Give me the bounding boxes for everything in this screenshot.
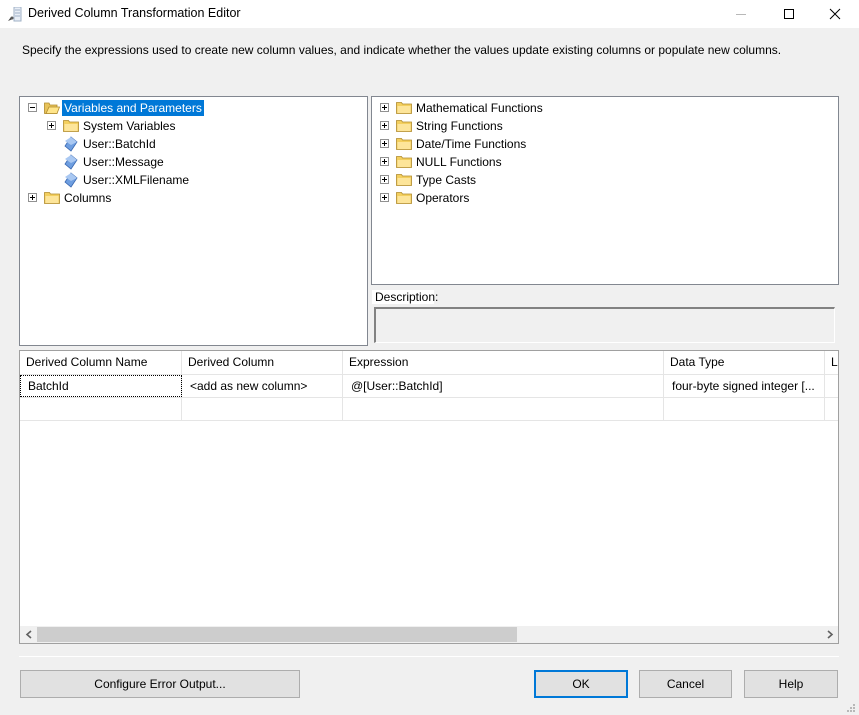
cell-length[interactable] — [825, 375, 838, 397]
expand-icon[interactable] — [380, 103, 389, 112]
variable-icon — [64, 136, 78, 152]
minimize-button[interactable] — [718, 0, 764, 28]
expand-icon[interactable] — [47, 121, 56, 130]
tree-node-null-functions[interactable]: NULL Functions — [372, 153, 838, 171]
tree-node-label: Type Casts — [416, 173, 477, 187]
tree-node-datetime-functions[interactable]: Date/Time Functions — [372, 135, 838, 153]
scroll-left-icon[interactable] — [20, 626, 37, 643]
separator — [19, 656, 839, 657]
column-header-derived-column[interactable]: Derived Column — [182, 351, 343, 374]
scroll-right-icon[interactable] — [821, 626, 838, 643]
tree-node-operators[interactable]: Operators — [372, 189, 838, 207]
expand-icon[interactable] — [380, 139, 389, 148]
cell-derived-column[interactable]: <add as new column> — [182, 375, 343, 397]
tree-node-label: String Functions — [416, 119, 503, 133]
minimize-icon — [736, 14, 746, 15]
window-title: Derived Column Transformation Editor — [28, 6, 241, 20]
tree-node-label: Mathematical Functions — [416, 101, 543, 115]
cell-length[interactable] — [825, 398, 838, 420]
ok-button[interactable]: OK — [534, 670, 628, 698]
expand-icon[interactable] — [380, 121, 389, 130]
table-row[interactable]: BatchId <add as new column> @[User::Batc… — [20, 375, 838, 398]
cancel-button[interactable]: Cancel — [639, 670, 732, 698]
tree-node-label: Operators — [416, 191, 470, 205]
tree-node-string-functions[interactable]: String Functions — [372, 117, 838, 135]
configure-error-output-button[interactable]: Configure Error Output... — [20, 670, 300, 698]
cell-data-type[interactable]: four-byte signed integer [... — [664, 375, 825, 397]
tree-node-variables-and-parameters[interactable]: Variables and Parameters — [20, 99, 367, 117]
folder-icon — [44, 192, 60, 204]
tree-node-label: User::Message — [83, 155, 164, 169]
close-icon — [829, 8, 841, 20]
functions-tree[interactable]: Mathematical Functions String Functions … — [371, 96, 839, 285]
column-header-data-type[interactable]: Data Type — [664, 351, 825, 374]
tree-node-columns[interactable]: Columns — [20, 189, 367, 207]
tree-node-label: Variables and Parameters — [62, 100, 204, 116]
cell-derived-column-name[interactable] — [20, 398, 182, 420]
folder-icon — [396, 120, 412, 132]
variable-icon — [64, 172, 78, 188]
tree-node-user-batchid[interactable]: User::BatchId — [20, 135, 367, 153]
column-header-derived-column-name[interactable]: Derived Column Name — [20, 351, 182, 374]
folder-icon — [396, 156, 412, 168]
tree-node-label: Columns — [64, 191, 112, 205]
grid-header: Derived Column Name Derived Column Expre… — [20, 351, 838, 375]
tree-node-user-xmlfilename[interactable]: User::XMLFilename — [20, 171, 367, 189]
description-label: Description: — [371, 289, 438, 305]
tree-node-label: System Variables — [83, 119, 176, 133]
cell-expression[interactable] — [343, 398, 664, 420]
cell-expression[interactable]: @[User::BatchId] — [343, 375, 664, 397]
description-box — [374, 307, 835, 343]
expand-icon[interactable] — [380, 157, 389, 166]
expand-icon[interactable] — [380, 193, 389, 202]
variables-columns-tree[interactable]: Variables and Parameters System Variable… — [19, 96, 368, 346]
cell-data-type[interactable] — [664, 398, 825, 420]
table-row[interactable] — [20, 398, 838, 421]
cell-derived-column-name[interactable]: BatchId — [20, 375, 182, 397]
tree-node-type-casts[interactable]: Type Casts — [372, 171, 838, 189]
horizontal-scrollbar[interactable] — [20, 626, 838, 643]
title-bar: Derived Column Transformation Editor — [0, 0, 859, 28]
maximize-icon — [784, 9, 794, 19]
expand-icon[interactable] — [380, 175, 389, 184]
folder-open-icon — [44, 102, 60, 114]
scrollbar-thumb[interactable] — [37, 627, 517, 642]
instructions-text: Specify the expressions used to create n… — [22, 43, 782, 57]
collapse-icon[interactable] — [28, 103, 37, 112]
tree-node-system-variables[interactable]: System Variables — [20, 117, 367, 135]
app-icon — [8, 7, 22, 22]
help-button[interactable]: Help — [744, 670, 838, 698]
column-header-length[interactable]: Le — [825, 351, 838, 374]
folder-icon — [396, 138, 412, 150]
tree-node-mathematical-functions[interactable]: Mathematical Functions — [372, 99, 838, 117]
tree-node-label: User::BatchId — [83, 137, 156, 151]
derived-columns-grid[interactable]: Derived Column Name Derived Column Expre… — [19, 350, 839, 644]
folder-icon — [396, 102, 412, 114]
variable-icon — [64, 154, 78, 170]
column-header-expression[interactable]: Expression — [343, 351, 664, 374]
cell-derived-column[interactable] — [182, 398, 343, 420]
expand-icon[interactable] — [28, 193, 37, 202]
close-button[interactable] — [812, 0, 858, 28]
tree-node-user-message[interactable]: User::Message — [20, 153, 367, 171]
tree-node-label: Date/Time Functions — [416, 137, 527, 151]
maximize-button[interactable] — [766, 0, 812, 28]
tree-node-label: NULL Functions — [416, 155, 502, 169]
tree-node-label: User::XMLFilename — [83, 173, 190, 187]
folder-icon — [396, 192, 412, 204]
folder-icon — [396, 174, 412, 186]
folder-icon — [63, 120, 79, 132]
resize-grip-icon[interactable] — [845, 702, 855, 712]
